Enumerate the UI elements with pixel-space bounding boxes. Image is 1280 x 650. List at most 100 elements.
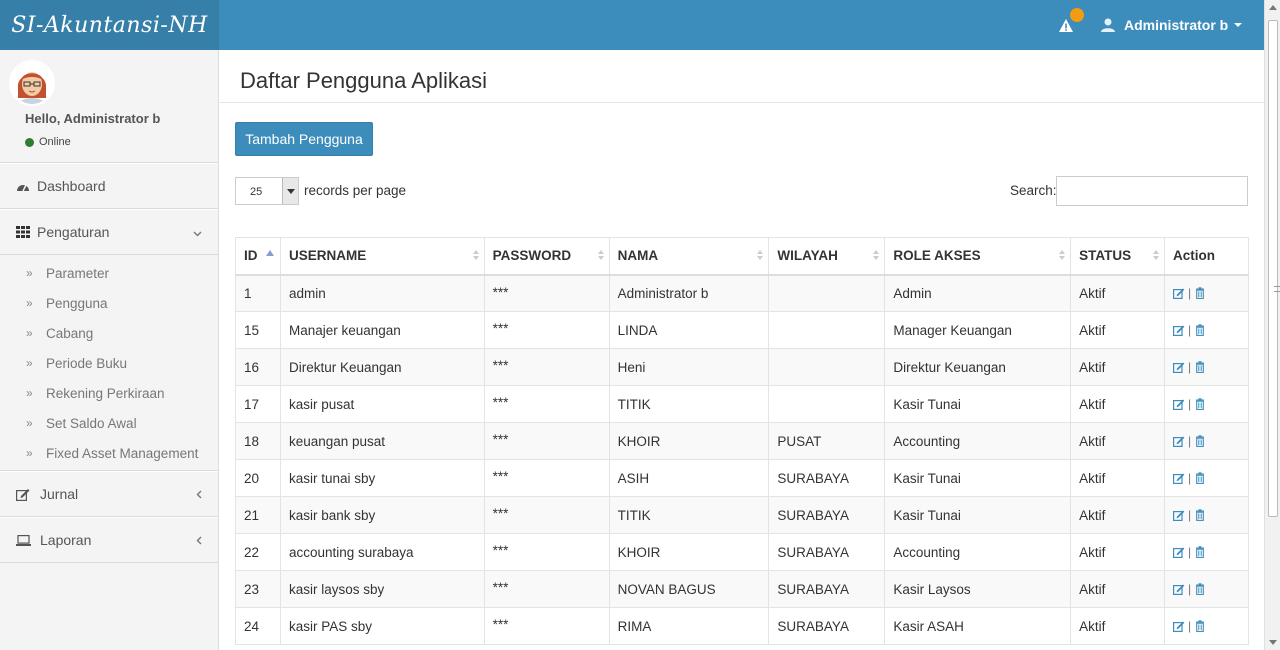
subitem-label: Parameter [46,265,110,281]
edit-icon[interactable] [1173,287,1185,300]
sidebar: Hello, Administrator b Online Dashboard … [0,50,219,650]
cell-wilayah: SURABAYA [768,570,886,608]
cell-password: *** [483,496,610,534]
header-label: ID [244,248,258,264]
trash-icon[interactable] [1194,546,1206,558]
add-user-button[interactable]: Tambah Pengguna [235,122,373,156]
cell-wilayah: SURABAYA [768,533,886,571]
cell-nama: Administrator b [608,274,770,312]
column-header-id[interactable]: ID [235,237,281,276]
sidebar-subitem-parameter[interactable]: » Parameter [0,258,218,288]
grid-icon [15,225,31,239]
cell-id: 21 [235,496,281,534]
sidebar-subitem-set-saldo-awal[interactable]: » Set Saldo Awal [0,408,218,438]
column-header-role-akses[interactable]: ROLE AKSES [884,237,1072,276]
cell-password: *** [483,311,610,349]
action-separator: | [1188,397,1192,411]
edit-icon[interactable] [1173,546,1185,558]
cell-nama: KHOIR [608,533,770,571]
cell-wilayah [768,311,886,349]
action-separator: | [1188,360,1192,374]
app-logo[interactable]: SI-Akuntansi-NH [0,0,219,50]
edit-icon[interactable] [1173,361,1185,373]
edit-icon[interactable] [1173,620,1185,632]
sidebar-subitem-periode-buku[interactable]: » Periode Buku [0,348,218,378]
cell-id: 22 [235,533,281,571]
sidebar-subitem-fixed-asset[interactable]: » Fixed Asset Management [0,438,218,468]
chevron-down-icon[interactable] [282,178,298,204]
user-icon [1101,18,1115,32]
page-length-select[interactable]: 25 [235,177,299,205]
cell-nama: TITIK [608,385,770,423]
column-header-username[interactable]: USERNAME [279,237,485,276]
column-header-status[interactable]: STATUS [1070,237,1165,276]
avatar [9,60,55,106]
header-label: Action [1173,248,1215,264]
table-row: 23 kasir laysos sby *** NOVAN BAGUS SURABAYA… [235,570,1249,608]
header-label: ROLE AKSES [893,248,981,264]
cell-action: | [1164,274,1249,312]
angle-double-right-icon: » [26,416,33,430]
edit-icon[interactable] [1173,583,1185,595]
edit-icon[interactable] [1173,472,1185,484]
cell-username: admin [279,274,485,312]
cell-wilayah: SURABAYA [768,607,886,645]
sidebar-item-pengaturan[interactable]: Pengaturan [0,209,218,255]
trash-icon[interactable] [1194,435,1206,447]
angle-double-right-icon: » [26,356,33,370]
scroll-down-arrow-icon[interactable] [1269,640,1277,645]
trash-icon[interactable] [1194,398,1206,410]
table-row: 18 keuangan pusat *** KHOIR PUSAT Accounting A… [235,422,1249,460]
search-input[interactable] [1056,176,1248,206]
cell-action: | [1164,385,1249,423]
table-row: 21 kasir bank sby *** TITIK SURABAYA Kasir Tu… [235,496,1249,534]
trash-icon[interactable] [1194,509,1206,521]
cell-status: Aktif [1070,607,1165,645]
column-header-nama[interactable]: NAMA [608,237,770,276]
scroll-up-arrow-icon[interactable] [1269,5,1277,10]
sort-icon [472,250,479,260]
action-separator: | [1188,286,1192,301]
sidebar-subitem-pengguna[interactable]: » Pengguna [0,288,218,318]
cell-action: | [1164,496,1249,534]
sidebar-item-dashboard[interactable]: Dashboard [0,163,218,209]
action-separator: | [1188,545,1192,559]
edit-icon[interactable] [1173,398,1185,410]
trash-icon[interactable] [1194,472,1206,484]
cell-password: *** [483,385,610,423]
edit-icon[interactable] [1173,509,1185,521]
column-header-wilayah[interactable]: WILAYAH [768,237,886,276]
trash-icon[interactable] [1194,287,1206,300]
trash-icon[interactable] [1194,324,1206,336]
edit-icon[interactable] [1173,435,1185,447]
sidebar-item-laporan[interactable]: Laporan [0,517,218,563]
cell-role-akses: Kasir Laysos [884,570,1072,608]
header-label: NAMA [617,248,659,264]
table-row: 24 kasir PAS sby *** RIMA SURABAYA Kasir ASAH… [235,607,1249,645]
cell-role-akses: Kasir ASAH [884,607,1072,645]
cell-wilayah [768,348,886,386]
column-header-password[interactable]: PASSWORD [483,237,610,276]
page-title: Daftar Pengguna Aplikasi [240,68,488,93]
angle-double-right-icon: » [26,446,33,460]
page-scrollbar[interactable] [1264,0,1280,650]
cell-id: 18 [235,422,281,460]
trash-icon[interactable] [1194,361,1206,373]
cell-role-akses: Accounting [884,422,1072,460]
column-header-action: Action [1164,237,1249,276]
sidebar-item-jurnal[interactable]: Jurnal [0,471,218,517]
dashboard-icon [15,179,31,193]
sidebar-subitem-cabang[interactable]: » Cabang [0,318,218,348]
cell-id: 23 [235,570,281,608]
cell-action: | [1164,311,1249,349]
edit-icon[interactable] [1173,324,1185,336]
laptop-icon [15,533,31,547]
cell-id: 16 [235,348,281,386]
trash-icon[interactable] [1194,620,1206,632]
user-menu-dropdown[interactable]: Administrator b [1100,0,1243,50]
sidebar-subitem-rekening-perkiraan[interactable]: » Rekening Perkiraan [0,378,218,408]
trash-icon[interactable] [1194,583,1206,595]
scrollbar-thumb[interactable] [1268,20,1280,517]
sidebar-item-label: Dashboard [37,178,106,194]
cell-username: Manajer keuangan [279,311,485,349]
